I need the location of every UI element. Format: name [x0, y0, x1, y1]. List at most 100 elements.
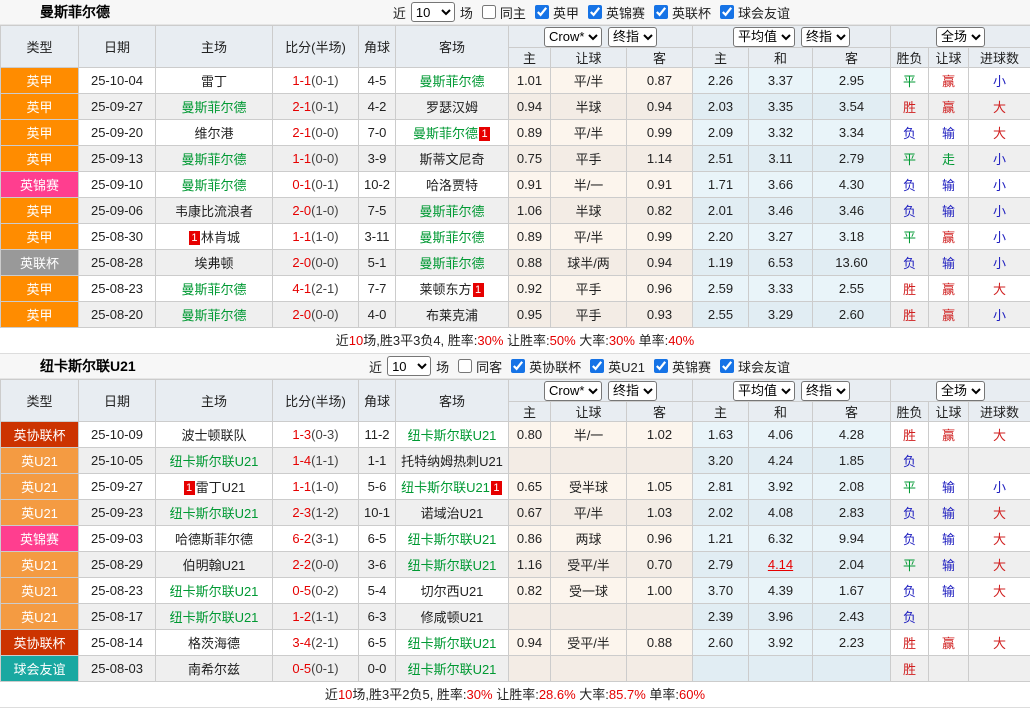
home-team-name[interactable]: 雷丁 — [201, 74, 227, 89]
league-filter-checkbox[interactable] — [511, 359, 525, 373]
home-team-cell: 曼斯菲尔德 — [156, 276, 273, 302]
final-odds-select[interactable]: 终指 — [801, 27, 850, 47]
final-odds-select[interactable]: 终指 — [801, 381, 850, 401]
corner-count: 4-5 — [359, 68, 396, 94]
crow-away-odds: 1.03 — [627, 500, 693, 526]
home-team-name[interactable]: 维尔港 — [194, 126, 233, 141]
away-team-name[interactable]: 诺域治U21 — [421, 506, 484, 521]
away-team-cell: 曼斯菲尔德 — [396, 250, 509, 276]
away-team-name[interactable]: 托特纳姆热刺U21 — [401, 454, 503, 469]
league-filter-label: 英U21 — [608, 357, 645, 376]
home-team-name[interactable]: 伯明翰U21 — [183, 558, 246, 573]
home-team-name[interactable]: 雷丁U21 — [196, 480, 246, 495]
league-filter-checkbox[interactable] — [588, 5, 602, 19]
match-row: 球会友谊25-08-03南希尔兹0-5(0-1)0-0纽卡斯尔联U21胜 — [1, 656, 1030, 682]
final-odds-select[interactable]: 终指 — [608, 381, 657, 401]
avg-home-odds: 2.03 — [693, 94, 749, 120]
home-team-cell: 纽卡斯尔联U21 — [156, 604, 273, 630]
subcol-crow-handicap: 让球 — [551, 402, 627, 422]
match-score: 0-5(0-2) — [273, 578, 359, 604]
home-team-cell: 雷丁 — [156, 68, 273, 94]
away-team-name[interactable]: 曼斯菲尔德 — [419, 204, 484, 219]
fulltime-score: 4-1 — [292, 281, 311, 296]
league-badge: 英甲 — [1, 302, 79, 328]
league-filter-checkbox[interactable] — [654, 359, 668, 373]
home-team-name[interactable]: 曼斯菲尔德 — [181, 178, 246, 193]
crow-away-odds: 0.93 — [627, 302, 693, 328]
scope-select[interactable]: 全场 — [936, 27, 985, 47]
match-count-select[interactable]: 10 — [387, 356, 431, 376]
corner-count: 10-1 — [359, 500, 396, 526]
halftime-score: (0-1) — [311, 99, 338, 114]
result-outcome: 负 — [891, 250, 929, 276]
away-team-name[interactable]: 曼斯菲尔德 — [419, 256, 484, 271]
scope-select[interactable]: 全场 — [936, 381, 985, 401]
home-team-name[interactable]: 纽卡斯尔联U21 — [170, 584, 259, 599]
col-header-score: 比分(半场) — [273, 26, 359, 68]
avg-draw-odds: 3.96 — [749, 604, 813, 630]
avg-home-odds: 3.20 — [693, 448, 749, 474]
away-team-name[interactable]: 哈洛贾特 — [426, 178, 478, 193]
avg-away-odds: 2.95 — [813, 68, 891, 94]
crow-handicap: 受平/半 — [551, 630, 627, 656]
match-count-select[interactable]: 10 — [411, 2, 455, 22]
away-team-name[interactable]: 纽卡斯尔联U21 — [408, 558, 497, 573]
away-team-name[interactable]: 纽卡斯尔联U21 — [408, 662, 497, 677]
col-header-corner: 角球 — [359, 26, 396, 68]
league-badge: 英锦赛 — [1, 526, 79, 552]
home-team-name[interactable]: 林肯城 — [201, 230, 240, 245]
away-team-name[interactable]: 纽卡斯尔联U21 — [408, 636, 497, 651]
summary-stat-value: 28.6% — [539, 687, 576, 702]
away-team-name[interactable]: 罗瑟汉姆 — [426, 100, 478, 115]
crow-handicap: 受平/半 — [551, 552, 627, 578]
crow-home-odds: 0.67 — [509, 500, 551, 526]
home-team-cell: 1林肯城 — [156, 224, 273, 250]
same-venue-checkbox[interactable] — [458, 359, 472, 373]
col-header-home: 主场 — [156, 380, 273, 422]
match-date: 25-09-23 — [79, 500, 156, 526]
avg-draw-odds: 4.39 — [749, 578, 813, 604]
home-team-name[interactable]: 埃弗顿 — [194, 256, 233, 271]
league-filter-checkbox[interactable] — [720, 5, 734, 19]
away-team-name[interactable]: 修咸顿U21 — [421, 610, 484, 625]
home-team-name[interactable]: 曼斯菲尔德 — [181, 308, 246, 323]
home-team-name[interactable]: 韦康比流浪者 — [175, 204, 253, 219]
away-team-name[interactable]: 纽卡斯尔联U21 — [408, 532, 497, 547]
home-team-name[interactable]: 曼斯菲尔德 — [181, 100, 246, 115]
home-team-name[interactable]: 纽卡斯尔联U21 — [170, 454, 259, 469]
home-team-name[interactable]: 曼斯菲尔德 — [181, 282, 246, 297]
bookmaker-select[interactable]: Crow* — [544, 27, 602, 47]
bookmaker-select[interactable]: Crow* — [544, 381, 602, 401]
away-team-name[interactable]: 纽卡斯尔联U21 — [401, 480, 490, 495]
away-team-name[interactable]: 布莱克浦 — [426, 308, 478, 323]
away-team-name[interactable]: 曼斯菲尔德 — [419, 74, 484, 89]
avg-draw-odds: 4.24 — [749, 448, 813, 474]
home-team-name[interactable]: 格茨海德 — [188, 636, 240, 651]
home-team-name[interactable]: 曼斯菲尔德 — [181, 152, 246, 167]
match-row: 英协联杯25-10-09波士顿联队1-3(0-3)11-2纽卡斯尔联U210.8… — [1, 422, 1030, 448]
avg-home-odds: 2.20 — [693, 224, 749, 250]
away-team-name[interactable]: 斯蒂文尼奇 — [419, 152, 484, 167]
match-row: 英甲25-09-06韦康比流浪者2-0(1-0)7-5曼斯菲尔德1.06半球0.… — [1, 198, 1030, 224]
home-team-name[interactable]: 哈德斯菲尔德 — [175, 532, 253, 547]
home-team-cell: 南希尔兹 — [156, 656, 273, 682]
final-odds-select[interactable]: 终指 — [608, 27, 657, 47]
league-badge: 英联杯 — [1, 250, 79, 276]
average-select[interactable]: 平均值 — [733, 27, 795, 47]
home-team-name[interactable]: 南希尔兹 — [188, 662, 240, 677]
average-select[interactable]: 平均值 — [733, 381, 795, 401]
away-team-name[interactable]: 切尔西U21 — [421, 584, 484, 599]
away-team-name[interactable]: 莱顿东方 — [419, 282, 471, 297]
home-team-name[interactable]: 纽卡斯尔联U21 — [170, 506, 259, 521]
match-date: 25-09-20 — [79, 120, 156, 146]
away-team-name[interactable]: 曼斯菲尔德 — [419, 230, 484, 245]
away-team-name[interactable]: 曼斯菲尔德 — [413, 126, 478, 141]
league-filter-checkbox[interactable] — [720, 359, 734, 373]
league-filter-checkbox[interactable] — [654, 5, 668, 19]
league-filter-checkbox[interactable] — [590, 359, 604, 373]
same-venue-checkbox[interactable] — [482, 5, 496, 19]
league-filter-checkbox[interactable] — [535, 5, 549, 19]
home-team-name[interactable]: 波士顿联队 — [181, 428, 246, 443]
away-team-name[interactable]: 纽卡斯尔联U21 — [408, 428, 497, 443]
home-team-name[interactable]: 纽卡斯尔联U21 — [170, 610, 259, 625]
